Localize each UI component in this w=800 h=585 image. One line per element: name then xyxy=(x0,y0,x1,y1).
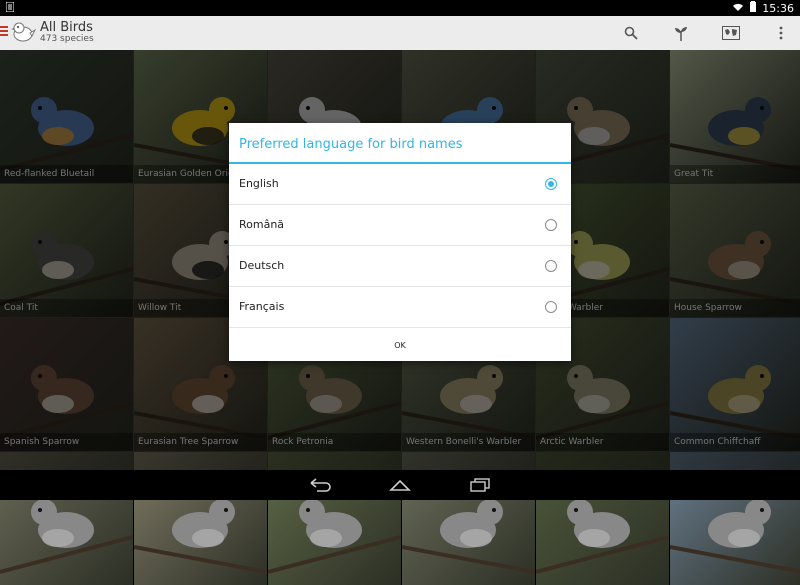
radio-button[interactable] xyxy=(545,219,557,231)
battery-icon xyxy=(750,1,757,15)
option-label: Deutsch xyxy=(239,259,285,272)
language-option-english[interactable]: English xyxy=(229,164,571,205)
notification-icon xyxy=(5,1,15,15)
overflow-icon[interactable] xyxy=(770,22,792,44)
home-icon[interactable] xyxy=(388,475,412,495)
clock: 15:36 xyxy=(762,1,794,15)
drawer-menu-icon[interactable] xyxy=(0,26,8,38)
ok-button[interactable]: OK xyxy=(229,328,571,362)
option-label: English xyxy=(239,177,279,190)
language-option-french[interactable]: Français xyxy=(229,287,571,328)
language-option-romanian[interactable]: Română xyxy=(229,205,571,246)
radio-button[interactable] xyxy=(545,260,557,272)
wifi-icon xyxy=(732,2,744,15)
back-icon[interactable] xyxy=(308,475,332,495)
map-icon[interactable] xyxy=(720,22,742,44)
language-dialog: Preferred language for bird names Englis… xyxy=(229,123,571,361)
status-bar: 15:36 xyxy=(0,0,800,16)
dialog-title: Preferred language for bird names xyxy=(229,123,571,164)
recents-icon[interactable] xyxy=(468,475,492,495)
sprout-icon[interactable] xyxy=(670,22,692,44)
option-label: Română xyxy=(239,218,285,231)
radio-button[interactable] xyxy=(545,178,557,190)
language-option-german[interactable]: Deutsch xyxy=(229,246,571,287)
radio-button[interactable] xyxy=(545,301,557,313)
search-icon[interactable] xyxy=(620,22,642,44)
species-count: 473 species xyxy=(40,34,94,44)
option-label: Français xyxy=(239,300,285,313)
app-title: All Birds xyxy=(40,20,93,35)
action-bar: All Birds 473 species xyxy=(0,16,800,51)
navigation-bar xyxy=(0,470,800,500)
app-logo-bird-icon[interactable] xyxy=(10,19,37,45)
